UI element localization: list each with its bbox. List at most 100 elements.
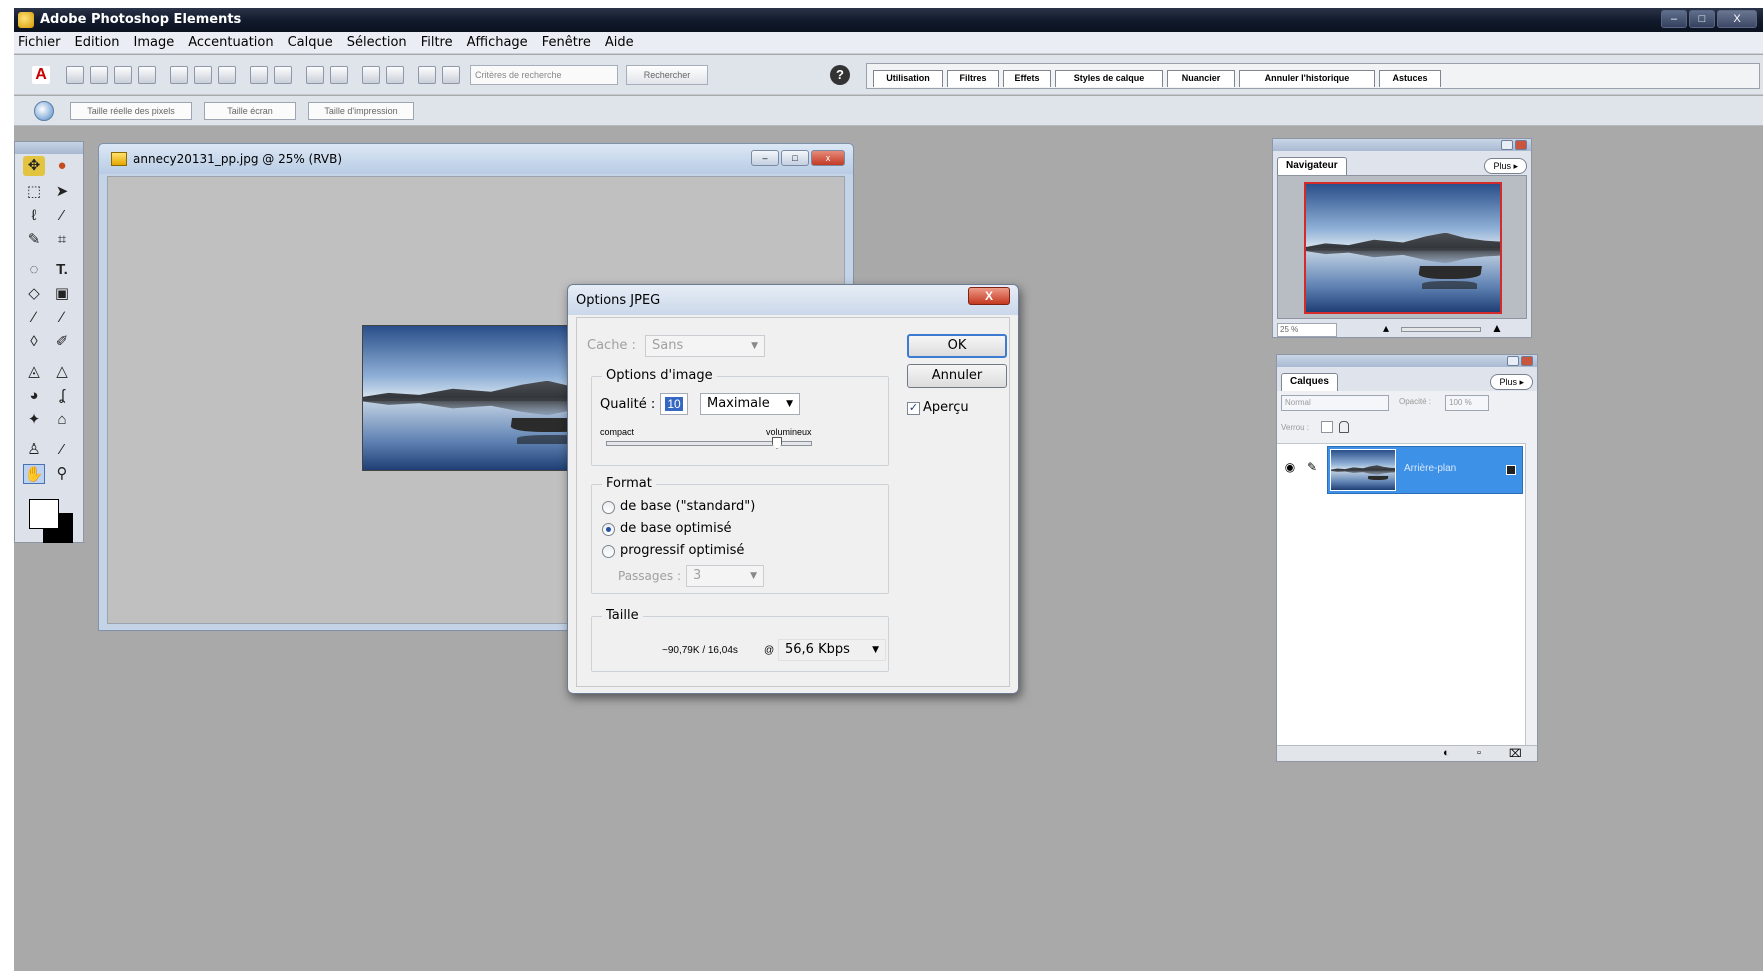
menu-image[interactable]: Image	[133, 35, 174, 50]
brush-tool-icon[interactable]: ∕	[51, 308, 73, 328]
print-size-button[interactable]: Taille d'impression	[308, 102, 414, 120]
format-progressive-radio[interactable]	[602, 545, 615, 558]
scanner-icon[interactable]	[138, 66, 156, 84]
opacity-input[interactable]: 100 %	[1445, 395, 1489, 411]
search-input[interactable]: Critères de recherche	[470, 65, 618, 85]
navigator-minimize-button[interactable]	[1501, 140, 1513, 150]
menu-affichage[interactable]: Affichage	[467, 35, 528, 50]
document-titlebar[interactable]: annecy20131_pp.jpg @ 25% (RVB) – □ x	[99, 144, 853, 174]
move-arrow-icon[interactable]: ➤	[51, 182, 73, 202]
menu-edition[interactable]: Edition	[75, 35, 120, 50]
color-icon[interactable]	[418, 66, 436, 84]
impressionist-brush-icon[interactable]: ✐	[51, 332, 73, 352]
tab-annuler-historique[interactable]: Annuler l'historique	[1239, 70, 1375, 87]
magic-wand-icon[interactable]: ⁄	[51, 206, 73, 226]
sponge-tool-icon[interactable]: ◕	[23, 386, 45, 406]
marquee-tool-icon[interactable]: ⬚	[23, 182, 45, 202]
dialog-close-button[interactable]: X	[968, 287, 1010, 305]
app-titlebar[interactable]: Adobe Photoshop Elements – □ X	[14, 8, 1763, 32]
navigator-preview[interactable]	[1277, 175, 1527, 319]
new-file-icon[interactable]	[66, 66, 84, 84]
gradient-tool-icon[interactable]: ▣	[51, 284, 73, 304]
move-tool-icon[interactable]: ✥	[23, 156, 45, 176]
save-web-icon[interactable]	[194, 66, 212, 84]
tab-astuces[interactable]: Astuces	[1379, 70, 1441, 87]
trash-icon[interactable]: ⌧	[1509, 747, 1522, 760]
matte-select[interactable]: Sans ▼	[645, 335, 765, 357]
import-icon[interactable]	[114, 66, 132, 84]
open-file-icon[interactable]	[90, 66, 108, 84]
help-icon[interactable]: ?	[830, 65, 850, 85]
actual-pixels-button[interactable]: Taille réelle des pixels	[70, 102, 192, 120]
quality-preset-select[interactable]: Maximale ▼	[700, 393, 800, 415]
navigator-panel-header[interactable]	[1273, 139, 1531, 151]
layers-close-button[interactable]	[1521, 356, 1533, 366]
preview-label[interactable]: Aperçu	[923, 400, 969, 415]
creation-icon[interactable]	[306, 66, 324, 84]
crop-tool-icon[interactable]: ⌗	[51, 230, 73, 250]
close-button[interactable]: X	[1717, 10, 1757, 28]
brush-selection-icon[interactable]: ✎	[23, 230, 45, 250]
passes-select[interactable]: 3 ▼	[686, 565, 764, 587]
hand-tool-icon[interactable]: ✋	[23, 464, 45, 484]
undo-icon[interactable]	[362, 66, 380, 84]
organizer-icon[interactable]	[330, 66, 348, 84]
clone-stamp-icon[interactable]: ♙	[23, 440, 45, 460]
maximize-button[interactable]: □	[1689, 10, 1715, 28]
format-standard-radio[interactable]	[602, 501, 615, 514]
lasso-tool-icon[interactable]: ℓ	[23, 206, 45, 226]
eyedropper-icon[interactable]: ⁄	[51, 440, 73, 460]
minimize-button[interactable]: –	[1661, 10, 1687, 28]
layer-brush-icon[interactable]: ✎	[1303, 458, 1321, 476]
layers-more-button[interactable]: Plus ▸	[1490, 374, 1533, 390]
type-tool-icon[interactable]: T.	[51, 260, 73, 280]
navigator-close-button[interactable]	[1515, 140, 1527, 150]
tab-calques[interactable]: Calques	[1281, 373, 1338, 391]
layer-row-background[interactable]: Arrière-plan	[1327, 446, 1523, 494]
blend-mode-select[interactable]: Normal	[1281, 395, 1389, 411]
share-icon[interactable]	[250, 66, 268, 84]
document-close-button[interactable]: x	[811, 150, 845, 166]
tab-filtres[interactable]: Filtres	[947, 70, 999, 87]
tools-palette-header[interactable]	[15, 142, 83, 154]
format-progressive-label[interactable]: progressif optimisé	[620, 543, 744, 558]
zoom-color-icon[interactable]: ●	[51, 156, 73, 176]
sharpen-tool-icon[interactable]: △	[51, 362, 73, 382]
zoom-tool-icon[interactable]: ⚲	[51, 464, 73, 484]
menu-selection[interactable]: Sélection	[347, 35, 407, 50]
menu-filtre[interactable]: Filtre	[421, 35, 453, 50]
layers-scrollbar[interactable]	[1525, 443, 1537, 753]
layers-minimize-button[interactable]	[1507, 356, 1519, 366]
connection-speed-select[interactable]: 56,6 Kbps ▼	[778, 639, 886, 661]
adjustment-layer-icon[interactable]: ◐	[1443, 747, 1450, 759]
layer-visibility-eye-icon[interactable]: ◉	[1281, 458, 1299, 476]
document-maximize-button[interactable]: □	[781, 150, 809, 166]
red-eye-icon[interactable]: ◌	[23, 260, 45, 280]
blur-tool-icon[interactable]: ◬	[23, 362, 45, 382]
foreground-color-swatch[interactable]	[29, 499, 59, 529]
format-optimized-label[interactable]: de base optimisé	[620, 521, 731, 536]
format-standard-label[interactable]: de base ("standard")	[620, 499, 755, 514]
eraser-tool-icon[interactable]: ◊	[23, 332, 45, 352]
ok-button[interactable]: OK	[907, 334, 1007, 358]
paint-bucket-icon[interactable]: ◇	[23, 284, 45, 304]
document-minimize-button[interactable]: –	[751, 150, 779, 166]
tab-utilisation[interactable]: Utilisation	[873, 70, 943, 87]
menu-fichier[interactable]: Fichier	[18, 35, 61, 50]
fit-screen-button[interactable]: Taille écran	[204, 102, 296, 120]
save-icon[interactable]	[170, 66, 188, 84]
tab-styles-de-calque[interactable]: Styles de calque	[1055, 70, 1163, 87]
tab-navigateur[interactable]: Navigateur	[1277, 157, 1347, 175]
menu-fenetre[interactable]: Fenêtre	[542, 35, 591, 50]
search-button[interactable]: Rechercher	[626, 65, 708, 85]
print-icon[interactable]	[218, 66, 236, 84]
quality-input[interactable]: 10	[660, 393, 688, 415]
zoom-out-icon[interactable]: ▴	[1383, 321, 1389, 335]
lock-all-icon[interactable]	[1339, 421, 1349, 433]
pencil-tool-icon[interactable]: ∕	[23, 308, 45, 328]
smudge-tool-icon[interactable]: ʆ	[51, 386, 73, 406]
email-icon[interactable]	[274, 66, 292, 84]
lock-transparency-icon[interactable]	[1321, 421, 1333, 433]
zoom-in-icon[interactable]: ▲	[1491, 321, 1503, 335]
tab-effets[interactable]: Effets	[1003, 70, 1051, 87]
